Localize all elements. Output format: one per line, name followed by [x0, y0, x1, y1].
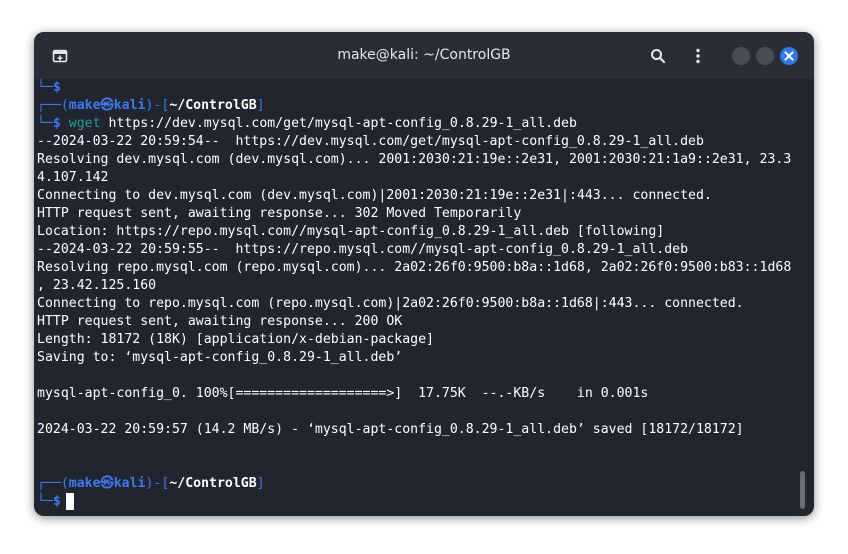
prompt-line: ┌──(make㉿kali)-[~/ControlGB]: [37, 475, 265, 493]
command-name: wget: [68, 116, 101, 131]
text-cursor: [65, 493, 74, 510]
maximize-button[interactable]: [756, 47, 774, 65]
output-line: 4.107.142: [37, 170, 109, 185]
prompt-user-host: make㉿kali: [68, 98, 146, 113]
prompt-line: ┌──(make㉿kali)-[~/ControlGB]: [37, 97, 265, 115]
prompt-cwd: ~/ControlGB: [169, 98, 257, 113]
prompt-mid: )-[: [145, 476, 170, 491]
terminal-output[interactable]: └─$ ┌──(make㉿kali)-[~/ControlGB] └─$ wge…: [37, 79, 797, 516]
command-args: https://dev.mysql.com/get/mysql-apt-conf…: [108, 116, 577, 131]
output-line: Connecting to dev.mysql.com (dev.mysql.c…: [37, 188, 712, 203]
output-line: Saving to: ‘mysql-apt-config_0.8.29-1_al…: [37, 350, 403, 365]
output-line: Length: 18172 (18K) [application/x-debia…: [37, 332, 434, 347]
prompt-marker: └─$: [37, 116, 61, 131]
prompt-open: ┌──(: [37, 98, 69, 113]
new-tab-icon[interactable]: [51, 47, 69, 65]
output-line: HTTP request sent, awaiting response... …: [37, 314, 403, 329]
prompt-mid: )-[: [145, 98, 170, 113]
close-icon: [784, 51, 794, 61]
progress-line: mysql-apt-config_0. 100%[===============…: [37, 386, 649, 401]
search-icon[interactable]: [649, 47, 667, 65]
prompt-marker: └─$: [37, 494, 61, 509]
output-line: , 23.42.125.160: [37, 278, 157, 293]
input-line[interactable]: └─$: [37, 493, 74, 511]
prompt-close: ]: [256, 98, 265, 113]
previous-prompt-marker: └─$: [37, 80, 61, 95]
scrollbar[interactable]: [800, 471, 805, 509]
output-line: Resolving dev.mysql.com (dev.mysql.com).…: [37, 152, 792, 167]
output-line: --2024-03-22 20:59:54-- https://dev.mysq…: [37, 134, 704, 149]
prompt-open: ┌──(: [37, 476, 69, 491]
prompt-cwd: ~/ControlGB: [169, 476, 257, 491]
kebab-menu-icon[interactable]: [689, 47, 707, 65]
close-button[interactable]: [780, 47, 798, 65]
saved-line: 2024-03-22 20:59:57 (14.2 MB/s) - ‘mysql…: [37, 422, 744, 437]
output-line: HTTP request sent, awaiting response... …: [37, 206, 522, 221]
prompt-user-host: make㉿kali: [68, 476, 146, 491]
output-line: Location: https://repo.mysql.com//mysql-…: [37, 224, 665, 239]
output-line: --2024-03-22 20:59:55-- https://repo.mys…: [37, 242, 689, 257]
title-bar[interactable]: make@kali: ~/ControlGB: [34, 32, 814, 79]
prompt-close: ]: [256, 476, 265, 491]
terminal-window: make@kali: ~/ControlGB └─$ ┌──(make㉿kali…: [34, 32, 814, 516]
minimize-button[interactable]: [732, 47, 750, 65]
command-line: └─$ wget https://dev.mysql.com/get/mysql…: [37, 115, 577, 133]
output-line: Connecting to repo.mysql.com (repo.mysql…: [37, 296, 744, 311]
output-line: Resolving repo.mysql.com (repo.mysql.com…: [37, 260, 792, 275]
